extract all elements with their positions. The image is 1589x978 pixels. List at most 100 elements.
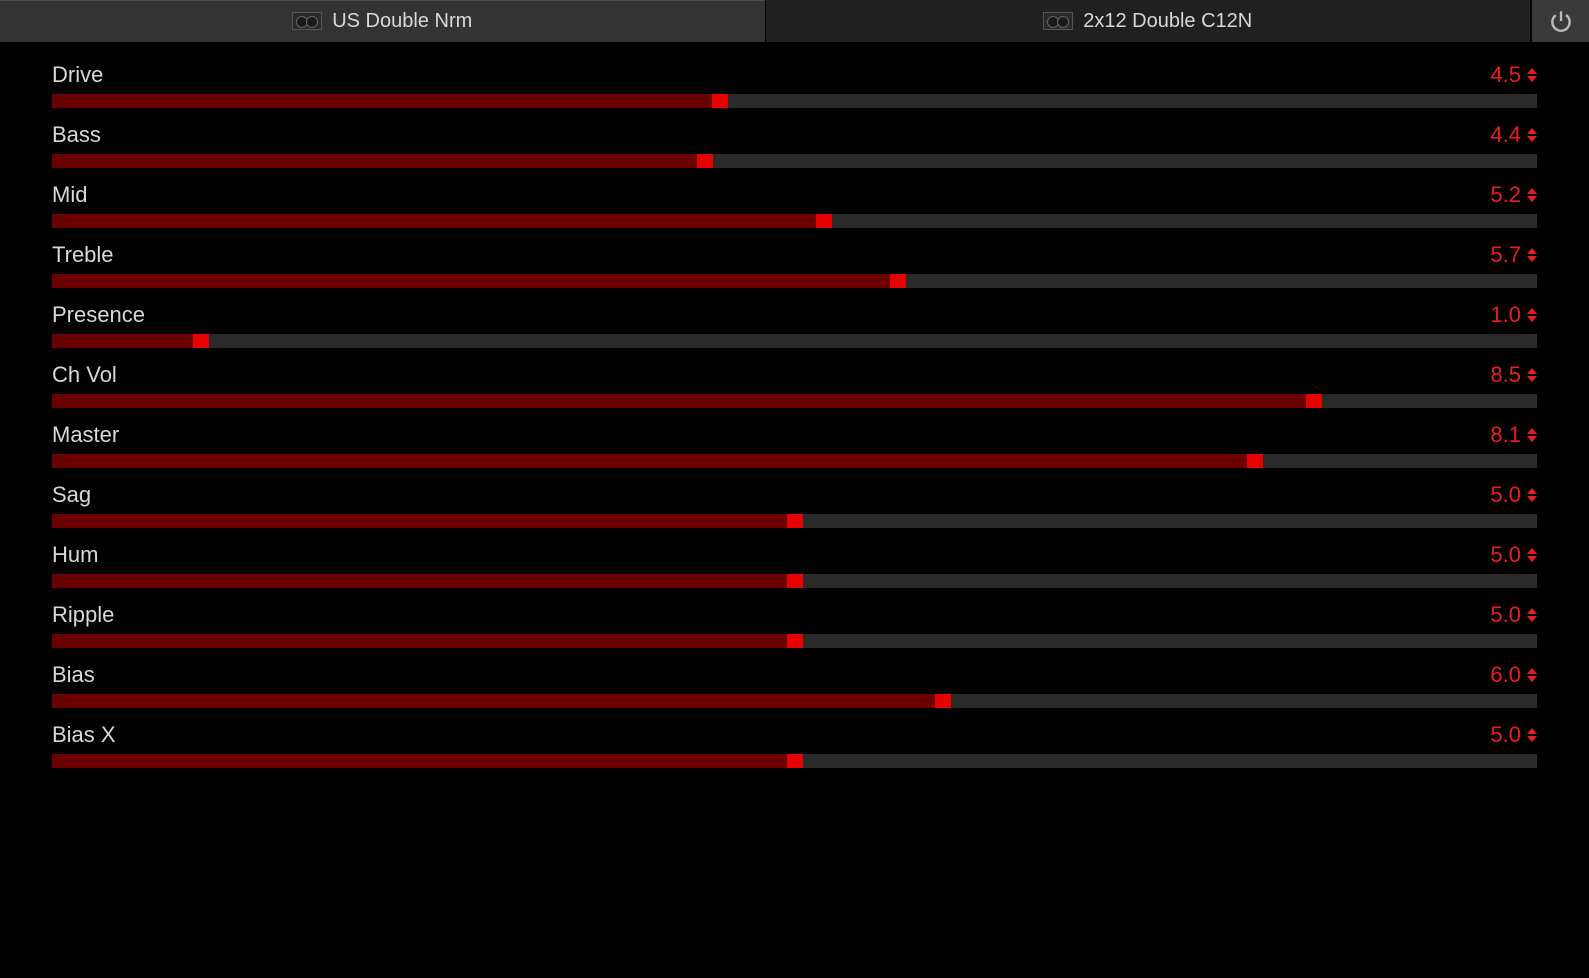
param-value: 5.0 [1481,722,1521,748]
param-value-stepper[interactable]: 8.1 [1481,422,1537,448]
param-label: Bias X [52,722,116,748]
param-slider[interactable] [52,274,1537,288]
stepper-up-icon[interactable] [1527,428,1537,434]
stepper-down-icon[interactable] [1527,316,1537,322]
stepper-up-icon[interactable] [1527,128,1537,134]
param-value-stepper[interactable]: 4.4 [1481,122,1537,148]
stepper-down-icon[interactable] [1527,196,1537,202]
stepper-down-icon[interactable] [1527,136,1537,142]
slider-fill [52,454,1255,468]
param-value-stepper[interactable]: 5.7 [1481,242,1537,268]
param-label: Presence [52,302,145,328]
param-value: 4.4 [1481,122,1521,148]
stepper-down-icon[interactable] [1527,76,1537,82]
stepper [1527,608,1537,622]
param-value-stepper[interactable]: 5.0 [1481,542,1537,568]
param-head: Treble 5.7 [52,242,1537,268]
param-value: 5.0 [1481,602,1521,628]
param-row: Bias 6.0 [52,662,1537,708]
param-value-stepper[interactable]: 5.2 [1481,182,1537,208]
slider-thumb[interactable] [787,574,803,588]
param-slider[interactable] [52,154,1537,168]
stepper-up-icon[interactable] [1527,488,1537,494]
param-head: Ch Vol 8.5 [52,362,1537,388]
param-row: Ch Vol 8.5 [52,362,1537,408]
param-row: Master 8.1 [52,422,1537,468]
slider-thumb[interactable] [816,214,832,228]
slider-thumb[interactable] [787,634,803,648]
param-slider[interactable] [52,334,1537,348]
stepper-down-icon[interactable] [1527,436,1537,442]
param-row: Bias X 5.0 [52,722,1537,768]
slider-thumb[interactable] [787,514,803,528]
param-value-stepper[interactable]: 4.5 [1481,62,1537,88]
stepper-down-icon[interactable] [1527,736,1537,742]
stepper-down-icon[interactable] [1527,256,1537,262]
stepper-up-icon[interactable] [1527,608,1537,614]
param-slider[interactable] [52,214,1537,228]
power-button[interactable] [1531,0,1589,42]
stepper [1527,68,1537,82]
param-value-stepper[interactable]: 6.0 [1481,662,1537,688]
param-value-stepper[interactable]: 1.0 [1481,302,1537,328]
param-value-stepper[interactable]: 5.0 [1481,602,1537,628]
param-head: Master 8.1 [52,422,1537,448]
slider-thumb[interactable] [890,274,906,288]
slider-fill [52,514,795,528]
slider-thumb[interactable] [787,754,803,768]
param-slider[interactable] [52,634,1537,648]
stepper [1527,188,1537,202]
tab-cab-model[interactable]: 2x12 Double C12N [766,0,1532,42]
param-value: 4.5 [1481,62,1521,88]
param-head: Sag 5.0 [52,482,1537,508]
stepper-up-icon[interactable] [1527,188,1537,194]
param-value: 1.0 [1481,302,1521,328]
stepper-down-icon[interactable] [1527,376,1537,382]
slider-thumb[interactable] [935,694,951,708]
param-head: Bias 6.0 [52,662,1537,688]
slider-fill [52,574,795,588]
tab-amp-model[interactable]: US Double Nrm [0,0,766,42]
param-label: Drive [52,62,103,88]
param-head: Hum 5.0 [52,542,1537,568]
stepper-up-icon[interactable] [1527,728,1537,734]
stepper-up-icon[interactable] [1527,308,1537,314]
stepper-up-icon[interactable] [1527,248,1537,254]
param-row: Hum 5.0 [52,542,1537,588]
slider-fill [52,334,201,348]
stepper [1527,428,1537,442]
param-value-stepper[interactable]: 8.5 [1481,362,1537,388]
param-slider[interactable] [52,574,1537,588]
param-value-stepper[interactable]: 5.0 [1481,482,1537,508]
param-label: Treble [52,242,114,268]
param-label: Sag [52,482,91,508]
slider-thumb[interactable] [1247,454,1263,468]
stepper-down-icon[interactable] [1527,676,1537,682]
param-label: Ripple [52,602,114,628]
stepper [1527,368,1537,382]
slider-thumb[interactable] [697,154,713,168]
param-value-stepper[interactable]: 5.0 [1481,722,1537,748]
slider-thumb[interactable] [193,334,209,348]
param-slider[interactable] [52,394,1537,408]
stepper-up-icon[interactable] [1527,548,1537,554]
stepper [1527,128,1537,142]
stepper-up-icon[interactable] [1527,368,1537,374]
slider-thumb[interactable] [712,94,728,108]
slider-thumb[interactable] [1306,394,1322,408]
param-slider[interactable] [52,514,1537,528]
stepper-up-icon[interactable] [1527,68,1537,74]
param-slider[interactable] [52,754,1537,768]
param-head: Drive 4.5 [52,62,1537,88]
stepper-down-icon[interactable] [1527,556,1537,562]
stepper [1527,248,1537,262]
stepper-down-icon[interactable] [1527,496,1537,502]
stepper-up-icon[interactable] [1527,668,1537,674]
param-slider[interactable] [52,94,1537,108]
param-slider[interactable] [52,694,1537,708]
param-slider[interactable] [52,454,1537,468]
param-value: 8.5 [1481,362,1521,388]
stepper-down-icon[interactable] [1527,616,1537,622]
param-label: Bass [52,122,101,148]
amp-icon [292,12,322,30]
